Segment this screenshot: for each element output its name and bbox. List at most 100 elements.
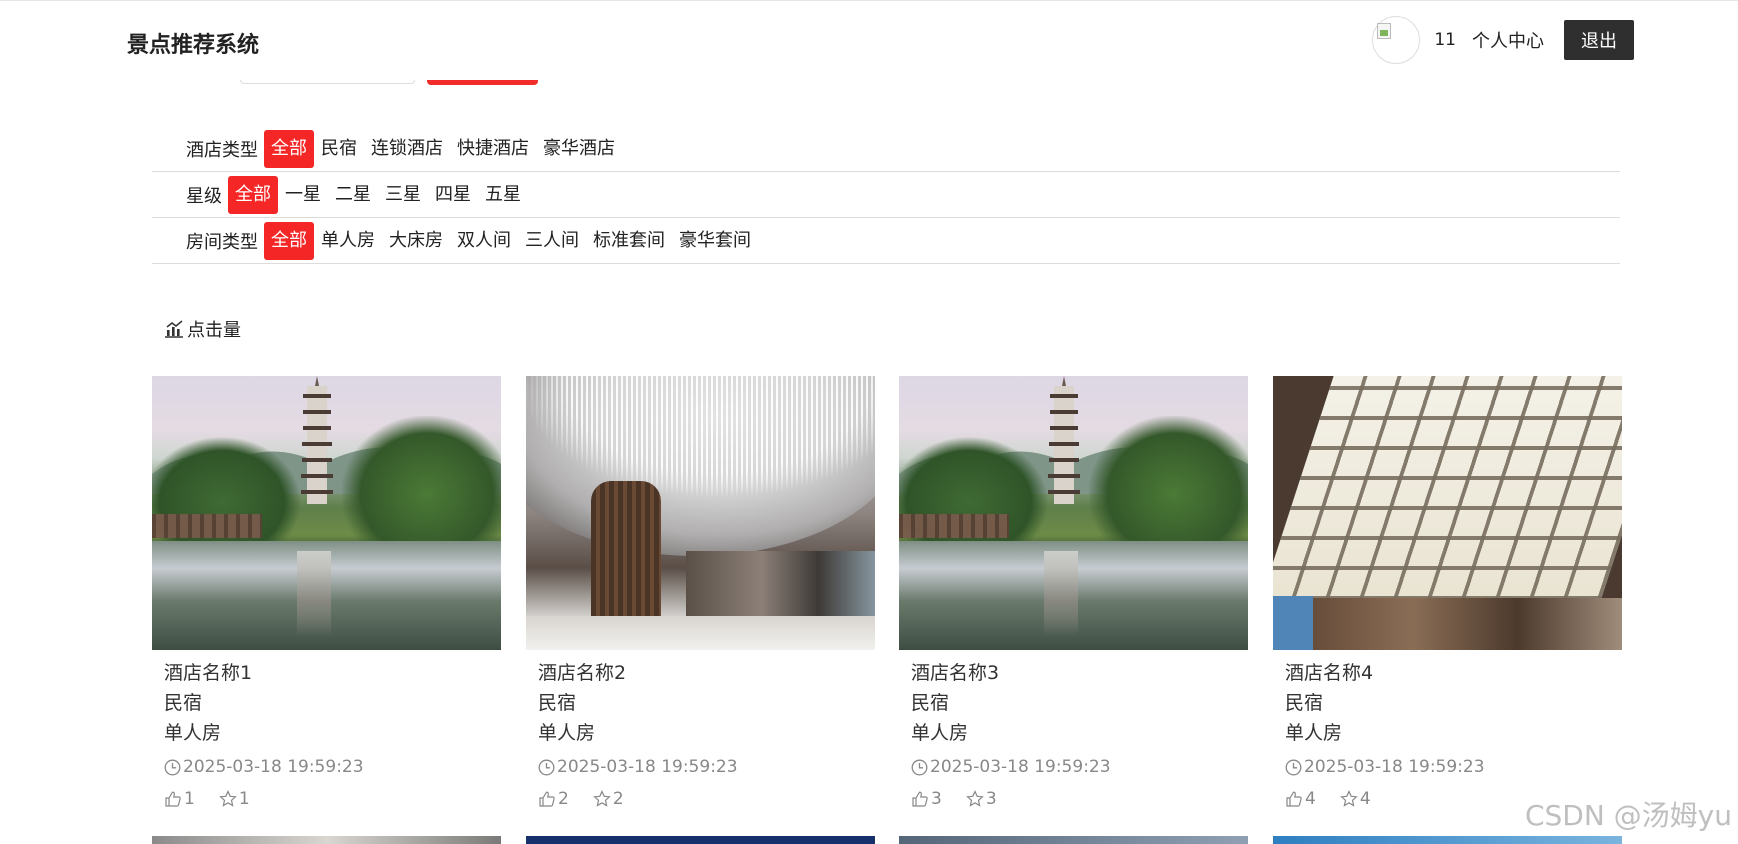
favorite-stat[interactable]: 2 — [593, 789, 624, 809]
star-icon — [593, 790, 611, 807]
filter-row-star: 星级 全部 一星 二星 三星 四星 五星 — [152, 172, 1620, 218]
filter-option[interactable]: 民宿 — [314, 130, 364, 168]
hotel-card[interactable]: 酒店名称3 民宿 单人房 2025-03-18 19:59:23 3 3 — [899, 376, 1248, 816]
filter-option[interactable]: 大床房 — [382, 222, 450, 260]
hotel-card[interactable]: 酒店名称2 民宿 单人房 2025-03-18 19:59:23 2 2 — [526, 376, 875, 816]
clock-icon — [1285, 759, 1302, 775]
hotel-card-body: 酒店名称2 民宿 单人房 2025-03-18 19:59:23 2 2 — [526, 650, 875, 816]
avatar[interactable] — [1372, 16, 1421, 64]
filter-panel: 酒店类型 全部 民宿 连锁酒店 快捷酒店 豪华酒店 星级 全部 一星 二星 三星… — [152, 126, 1620, 264]
like-stat[interactable]: 2 — [538, 789, 569, 809]
thumbs-up-icon — [1286, 791, 1302, 807]
time-text: 2025-03-18 19:59:23 — [1304, 757, 1485, 777]
hotel-image[interactable] — [152, 376, 501, 650]
filter-option[interactable]: 二星 — [328, 176, 378, 214]
filter-option[interactable]: 豪华酒店 — [536, 130, 622, 168]
card-stats: 2 2 — [538, 782, 875, 816]
filter-option[interactable]: 全部 — [228, 175, 278, 214]
broken-image-icon — [1377, 23, 1392, 39]
filter-option[interactable]: 快捷酒店 — [450, 130, 536, 168]
favorite-count: 1 — [238, 789, 250, 809]
filter-option[interactable]: 豪华套间 — [672, 222, 758, 260]
clock-icon — [538, 759, 555, 775]
favorite-stat[interactable]: 3 — [966, 789, 997, 809]
room-type: 单人房 — [164, 722, 222, 744]
hotel-type: 民宿 — [911, 692, 950, 714]
filter-option[interactable]: 单人房 — [314, 222, 382, 260]
favorite-count: 4 — [1359, 789, 1371, 809]
hotel-name[interactable]: 酒店名称4 — [1285, 658, 1622, 688]
filter-option[interactable]: 五星 — [478, 176, 528, 214]
like-stat[interactable]: 1 — [164, 789, 195, 809]
like-count: 2 — [558, 789, 569, 809]
hotel-card-peek[interactable] — [526, 836, 875, 844]
sort-by-clicks[interactable]: 点击量 — [164, 316, 241, 342]
top-header: 景点推荐系统 11 个人中心 退出 — [0, 0, 1738, 80]
favorite-stat[interactable]: 4 — [1340, 789, 1371, 809]
like-count: 4 — [1305, 789, 1316, 809]
filter-option[interactable]: 一星 — [278, 176, 328, 214]
thumbs-up-icon — [539, 791, 555, 807]
hotel-image[interactable] — [526, 376, 875, 650]
site-title: 景点推荐系统 — [127, 33, 260, 58]
card-stats: 3 3 — [911, 782, 1248, 816]
like-count: 3 — [931, 789, 942, 809]
time-text: 2025-03-18 19:59:23 — [557, 757, 738, 777]
room-type: 单人房 — [538, 722, 596, 744]
hotel-card-peek[interactable] — [152, 836, 501, 844]
hotel-card-body: 酒店名称1 民宿 单人房 2025-03-18 19:59:23 1 1 — [152, 650, 501, 816]
filter-option[interactable]: 双人间 — [450, 222, 518, 260]
favorite-count: 3 — [985, 789, 997, 809]
filter-row-hotel-type: 酒店类型 全部 民宿 连锁酒店 快捷酒店 豪华酒店 — [152, 126, 1620, 172]
filter-option[interactable]: 连锁酒店 — [364, 130, 450, 168]
publish-time: 2025-03-18 19:59:23 — [164, 752, 501, 782]
watermark: CSDN @汤姆yu — [1524, 799, 1732, 832]
publish-time: 2025-03-18 19:59:23 — [911, 752, 1248, 782]
filter-option[interactable]: 四星 — [428, 176, 478, 214]
filter-option[interactable]: 三人间 — [518, 222, 586, 260]
filter-option[interactable]: 全部 — [264, 221, 314, 260]
card-stats: 1 1 — [164, 782, 501, 816]
room-type: 单人房 — [1285, 722, 1343, 744]
hotel-image[interactable] — [1273, 376, 1622, 650]
like-count: 1 — [184, 789, 195, 809]
bar-chart-icon — [165, 320, 183, 338]
user-area: 11 个人中心 退出 — [1372, 15, 1634, 65]
star-icon — [966, 790, 984, 807]
favorite-stat[interactable]: 1 — [219, 789, 250, 809]
like-stat[interactable]: 4 — [1285, 789, 1316, 809]
hotel-card-body: 酒店名称4 民宿 单人房 2025-03-18 19:59:23 4 4 — [1273, 650, 1622, 816]
time-text: 2025-03-18 19:59:23 — [183, 757, 364, 777]
hotel-card[interactable]: 酒店名称4 民宿 单人房 2025-03-18 19:59:23 4 4 — [1273, 376, 1622, 816]
time-text: 2025-03-18 19:59:23 — [930, 757, 1111, 777]
thumbs-up-icon — [165, 791, 181, 807]
hotel-card-peek[interactable] — [899, 836, 1248, 844]
publish-time: 2025-03-18 19:59:23 — [1285, 752, 1622, 782]
hotel-type: 民宿 — [1285, 692, 1324, 714]
star-icon — [1340, 790, 1358, 807]
hotel-name[interactable]: 酒店名称3 — [911, 658, 1248, 688]
clock-icon — [911, 759, 928, 775]
hotel-card-peek[interactable] — [1273, 836, 1622, 844]
publish-time: 2025-03-18 19:59:23 — [538, 752, 875, 782]
filter-option[interactable]: 标准套间 — [586, 222, 672, 260]
thumbs-up-icon — [912, 791, 928, 807]
user-center-link[interactable]: 个人中心 — [1472, 27, 1544, 53]
filter-label: 酒店类型 — [186, 139, 258, 161]
hotel-card-body: 酒店名称3 民宿 单人房 2025-03-18 19:59:23 3 3 — [899, 650, 1248, 816]
hotel-type: 民宿 — [538, 692, 577, 714]
like-stat[interactable]: 3 — [911, 789, 942, 809]
hotel-name[interactable]: 酒店名称2 — [538, 658, 875, 688]
filter-option[interactable]: 全部 — [264, 129, 314, 168]
sort-label: 点击量 — [187, 320, 241, 341]
hotel-image[interactable] — [899, 376, 1248, 650]
favorite-count: 2 — [612, 789, 624, 809]
room-type: 单人房 — [911, 722, 969, 744]
filter-option[interactable]: 三星 — [378, 176, 428, 214]
hotel-card[interactable]: 酒店名称1 民宿 单人房 2025-03-18 19:59:23 1 1 — [152, 376, 501, 816]
star-icon — [219, 790, 237, 807]
logout-button[interactable]: 退出 — [1564, 20, 1634, 60]
hotel-name[interactable]: 酒店名称1 — [164, 658, 501, 688]
page: 景点推荐系统 11 个人中心 退出 酒店类型 全部 民宿 连锁酒店 快捷酒店 豪… — [0, 0, 1738, 844]
filter-label: 星级 — [186, 185, 222, 207]
